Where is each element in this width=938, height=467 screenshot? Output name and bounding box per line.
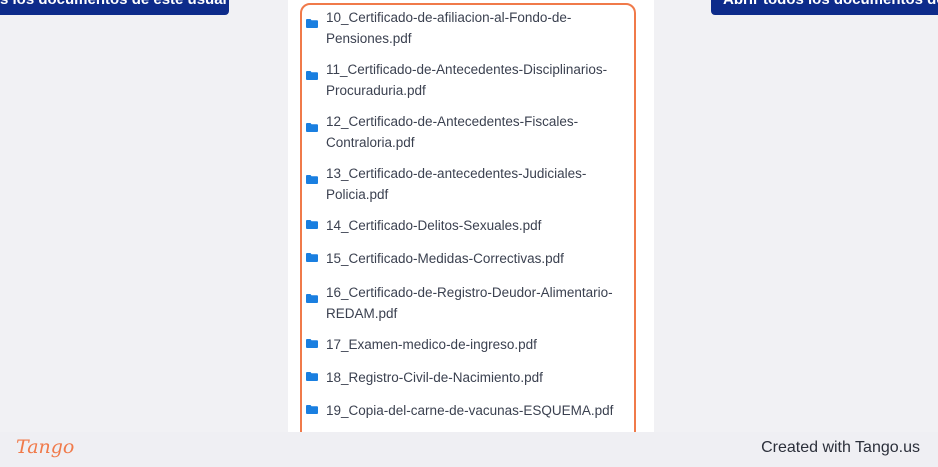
highlight-box xyxy=(300,3,636,462)
open-all-documents-label-right: Abrir todos los documentos de e xyxy=(723,0,938,8)
open-all-documents-button-right[interactable]: Abrir todos los documentos de e xyxy=(711,0,938,15)
tango-logo: Tango xyxy=(16,436,75,458)
created-with-credit: Created with Tango.us xyxy=(761,439,920,456)
open-all-documents-label: s los documentos de este usuario xyxy=(0,0,229,8)
open-all-documents-button[interactable]: s los documentos de este usuario xyxy=(0,0,229,15)
